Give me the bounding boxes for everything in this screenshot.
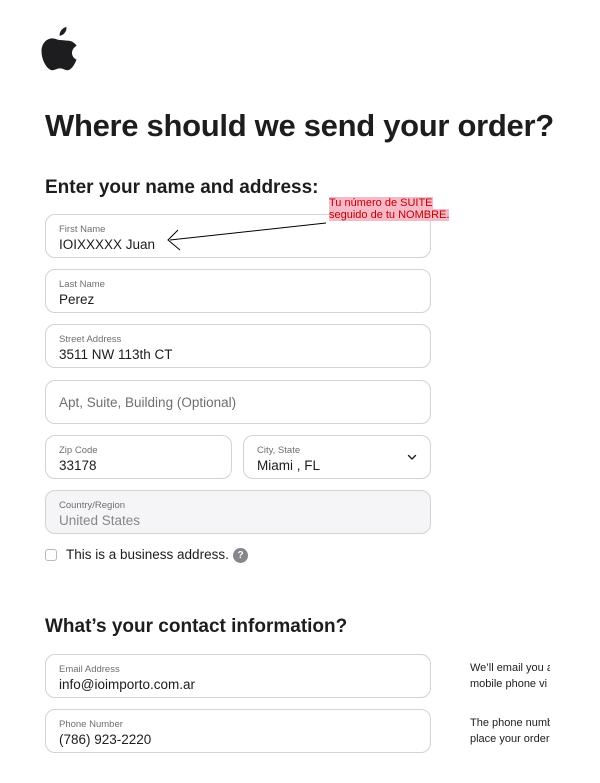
phone-note-line2: place your order: [470, 733, 550, 745]
contact-section-title: What’s your contact information?: [45, 616, 348, 637]
zip-code-value: 33178: [59, 458, 97, 473]
city-state-select[interactable]: City, State Miami , FL: [243, 435, 431, 479]
annotation-line1: Tu número de SUITE: [329, 197, 433, 209]
last-name-value: Perez: [59, 292, 95, 307]
business-address-checkbox[interactable]: [45, 549, 57, 561]
phone-number-value: (786) 923-2220: [59, 732, 152, 747]
chevron-down-icon: [407, 454, 417, 460]
last-name-field[interactable]: Last Name Perez: [45, 269, 431, 313]
zip-code-label: Zip Code: [59, 445, 98, 456]
help-icon[interactable]: ?: [233, 548, 248, 563]
phone-note: The phone numb place your order: [470, 715, 550, 747]
first-name-label: First Name: [59, 224, 106, 235]
business-address-label[interactable]: This is a business address.: [66, 547, 229, 562]
city-state-value: Miami , FL: [257, 458, 321, 473]
phone-number-field[interactable]: Phone Number (786) 923-2220: [45, 709, 431, 753]
country-region-value: United States: [59, 513, 141, 528]
apple-logo-icon: [41, 27, 77, 71]
checkout-shipping-page: Where should we send your order? Enter y…: [0, 0, 600, 783]
email-address-field[interactable]: Email Address info@ioimporto.com.ar: [45, 654, 431, 698]
phone-number-label: Phone Number: [59, 719, 123, 730]
apt-suite-field[interactable]: Apt, Suite, Building (Optional): [45, 380, 431, 424]
street-address-field[interactable]: Street Address 3511 NW 113th CT: [45, 324, 431, 368]
email-note-line1: We’ll email you a: [470, 662, 550, 674]
first-name-value: IOIXXXXX Juan: [59, 237, 156, 252]
street-address-label: Street Address: [59, 334, 122, 345]
city-state-label: City, State: [257, 445, 301, 456]
address-section-title: Enter your name and address:: [45, 177, 319, 198]
suite-annotation: Tu número de SUITE seguido de tu NOMBRE.: [329, 197, 450, 221]
street-address-value: 3511 NW 113th CT: [59, 347, 173, 362]
country-region-field: Country/Region United States: [45, 490, 431, 534]
annotation-arrow: [167, 222, 327, 251]
email-note: We’ll email you a mobile phone vi: [470, 660, 550, 692]
annotation-line2: seguido de tu NOMBRE.: [329, 209, 450, 221]
phone-note-line1: The phone numb: [470, 717, 550, 729]
country-region-label: Country/Region: [59, 500, 126, 511]
last-name-label: Last Name: [59, 279, 105, 290]
email-note-line2: mobile phone vi: [470, 678, 548, 690]
zip-code-field[interactable]: Zip Code 33178: [45, 435, 232, 479]
page-title: Where should we send your order?: [45, 108, 554, 143]
apt-suite-placeholder: Apt, Suite, Building (Optional): [59, 395, 237, 410]
email-address-label: Email Address: [59, 664, 120, 675]
email-address-value: info@ioimporto.com.ar: [59, 677, 196, 692]
